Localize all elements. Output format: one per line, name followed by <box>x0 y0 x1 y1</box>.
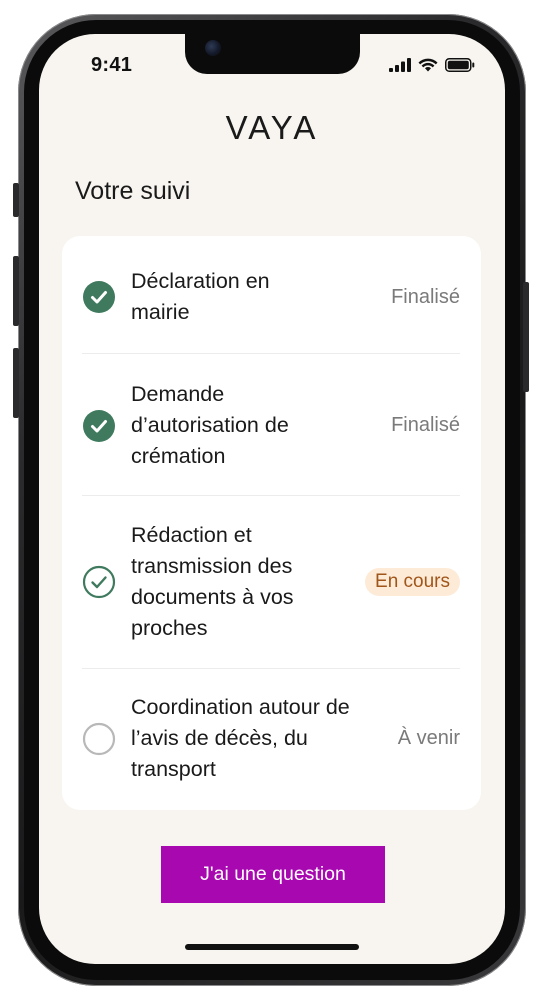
battery-icon <box>445 58 475 72</box>
app-screen: 9:41 VAYA Votre suivi Déclaration en mai… <box>39 34 505 964</box>
step-label: Demande d’autorisation de crémation <box>131 382 289 468</box>
power-button <box>523 282 529 392</box>
step-item: Coordination autour de l’avis de décès, … <box>82 692 460 785</box>
brand-logo: VAYA <box>225 109 319 146</box>
divider <box>82 495 460 496</box>
step-status: À venir <box>397 727 460 749</box>
step-status: Finalisé <box>391 414 460 436</box>
volume-down-button <box>13 348 19 418</box>
volume-up-button <box>13 256 19 326</box>
step-label: Coordination autour de l’avis de décès, … <box>131 695 350 781</box>
step-label: Rédaction et transmission des documents … <box>131 523 294 640</box>
signal-icon <box>389 58 411 72</box>
check-outline-icon <box>82 565 116 599</box>
step-item: Déclaration en mairie Finalisé <box>82 266 460 328</box>
progress-card: Déclaration en mairie Finalisé Demande d… <box>62 236 481 810</box>
wifi-icon <box>418 58 438 71</box>
step-label: Déclaration en mairie <box>131 269 270 324</box>
notch <box>185 34 360 74</box>
empty-circle-icon <box>82 722 116 756</box>
status-time: 9:41 <box>91 54 133 76</box>
step-status: Finalisé <box>391 285 460 308</box>
status-icons <box>389 56 475 74</box>
step-item: Demande d’autorisation de crémation Fina… <box>82 379 460 472</box>
check-filled-icon <box>82 409 116 443</box>
section-title: Votre suivi <box>75 177 191 205</box>
front-camera <box>205 40 221 56</box>
status-badge: En cours <box>365 568 460 596</box>
home-indicator[interactable] <box>185 944 359 950</box>
step-item: Rédaction et transmission des documents … <box>82 520 460 644</box>
divider <box>82 668 460 669</box>
mute-switch <box>13 183 19 217</box>
ask-question-button[interactable]: J'ai une question <box>161 846 385 903</box>
divider <box>82 353 460 354</box>
check-filled-icon <box>82 280 116 314</box>
